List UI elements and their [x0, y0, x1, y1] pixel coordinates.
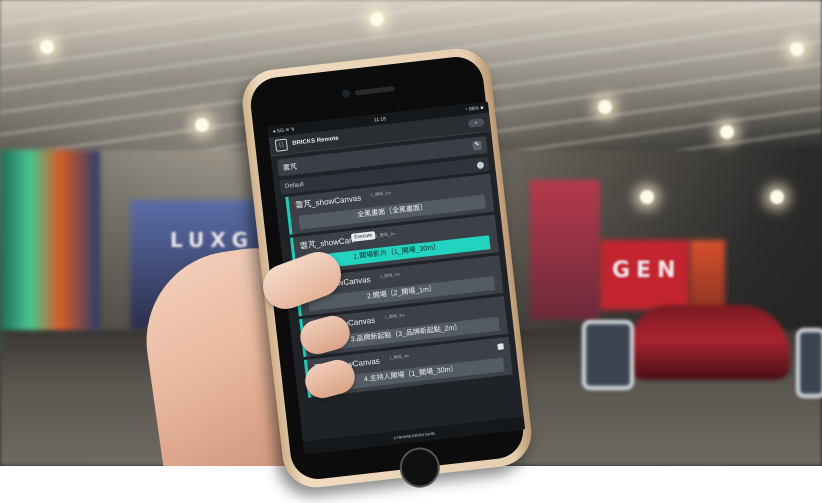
app-logo-icon: [ ]	[274, 138, 289, 152]
ceiling-light	[640, 190, 654, 204]
visibility-toggle-icon[interactable]	[476, 160, 485, 169]
edit-icon[interactable]: ✎	[472, 140, 483, 151]
ceiling-light	[598, 100, 612, 114]
command-tag: 1_開場_3m	[370, 190, 392, 198]
command-name: 雲芃_showCan	[299, 235, 354, 251]
info-kiosk	[582, 320, 634, 390]
ceiling-light	[370, 12, 384, 26]
signal-status: ● 5G ≋ ↯	[272, 126, 296, 135]
ceiling-light	[195, 118, 209, 132]
command-tag: 1_開場_3m	[379, 271, 401, 279]
command-name: 雲芃_showCanvas	[294, 193, 362, 210]
front-camera	[341, 89, 351, 98]
group-name: Default	[284, 181, 305, 190]
clock: 11:18	[373, 115, 387, 124]
battery-status: ◔ 86% ■	[464, 104, 484, 113]
brand-sign-right: GEN	[612, 258, 682, 283]
project-name: 雲芃	[282, 163, 298, 172]
led-screen-left	[0, 150, 100, 350]
red-car	[630, 305, 790, 380]
ceiling-light	[40, 40, 54, 54]
select-checkbox[interactable]	[497, 343, 504, 350]
command-tag: 1_開場_3m	[374, 230, 396, 239]
home-button[interactable]	[397, 445, 442, 490]
led-screen-right	[530, 180, 600, 320]
menu-button[interactable]: ≡	[467, 118, 485, 128]
command-tag: 1_開場_3m	[384, 312, 405, 320]
app-title: BRICKS Remote	[292, 135, 340, 147]
ceiling-light	[790, 42, 804, 56]
earpiece	[354, 85, 396, 96]
command-tag: 1_開場_3m	[388, 353, 410, 361]
execute-tooltip: Execute	[350, 231, 376, 242]
info-kiosk	[796, 328, 822, 398]
ceiling-light	[720, 125, 734, 139]
ceiling-light	[770, 190, 784, 204]
